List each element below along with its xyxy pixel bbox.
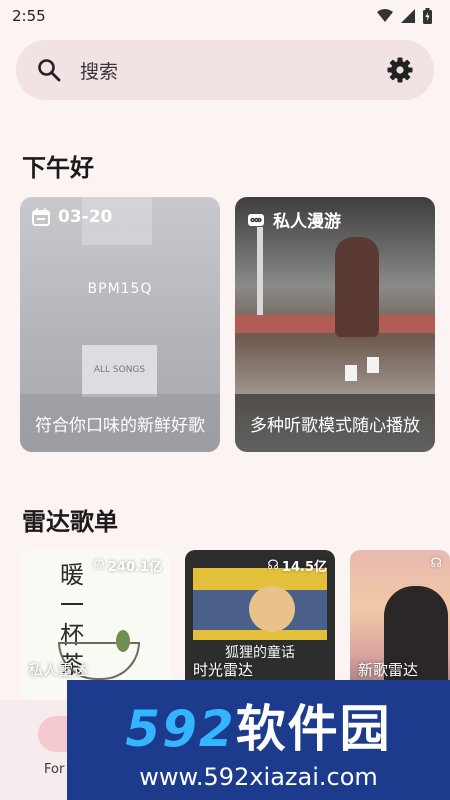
watermark-logo: 592软件园 [125,689,391,761]
daily-card-caption: 符合你口味的新鲜好歌 [20,394,220,452]
photo-pole [257,227,263,317]
album-art-bottom: ALL SONGS [82,345,157,397]
status-bar: 2:55 [0,0,450,32]
playlist-name: 时光雷达 [193,661,254,679]
playlist-name: 新歌雷达 [358,661,419,679]
radar-playlist-tile[interactable]: ☊ 新歌雷达 [350,550,450,700]
search-icon [38,59,61,82]
greeting-title: 下午好 [22,154,94,182]
headphones-icon: ☊ [430,556,442,571]
tile-art-fox [249,586,295,632]
watermark: 592软件园 www.592xiazai.com [67,680,450,800]
tea-leaf-illustration [116,630,130,652]
private-roam-card[interactable]: 私人漫游 多种听歌模式随心播放 [235,197,435,452]
playlist-name: 私人雷达 [28,661,89,679]
card-roam-badge: 私人漫游 [247,207,341,232]
watermark-url: www.592xiazai.com [139,763,378,791]
photo-shoe [345,365,357,381]
daily-recommend-card[interactable]: BPM15Q ALL SONGS 03-20 符合你口味的新鲜好歌 [20,197,220,452]
watermark-logo-text: 软件园 [235,700,392,758]
nav-label-for-you[interactable]: For [44,762,64,777]
wifi-icon [377,9,393,22]
headphones-icon: ☊ [267,558,279,573]
signal-icon [401,9,415,23]
card-date-text: 03-20 [58,207,113,227]
status-time: 2:55 [12,7,46,25]
play-count: ☊ 14.5亿 [267,556,327,575]
photo-person [335,237,379,337]
search-bar[interactable]: 搜索 [16,40,434,100]
battery-icon [423,8,432,24]
calendar-icon [32,208,50,226]
watermark-logo-number: 592 [125,700,236,758]
card-roam-text: 私人漫游 [273,212,341,232]
roam-card-caption: 多种听歌模式随心播放 [235,394,435,452]
gear-icon[interactable] [386,56,414,84]
play-count: ☊ [430,556,442,571]
status-icons [377,8,432,24]
play-count-text: 14.5亿 [281,560,327,575]
play-count-text: 240.1亿 [107,560,162,575]
radar-playlist-tile[interactable]: 狐狸的童话 ☊ 14.5亿 时光雷达 [185,550,335,700]
play-count: ☊ 240.1亿 [93,556,162,575]
album-art-logo: BPM15Q [87,281,153,297]
headphones-icon: ☊ [93,558,105,573]
search-input[interactable]: 搜索 [80,57,386,84]
radar-section-title: 雷达歌单 [22,508,118,536]
card-date-badge: 03-20 [32,207,112,227]
photo-shoe [367,357,379,373]
radar-playlist-tile[interactable]: 暖一杯茶 ☊ 240.1亿 私人雷达 [20,550,170,700]
infinity-icon [248,213,264,226]
